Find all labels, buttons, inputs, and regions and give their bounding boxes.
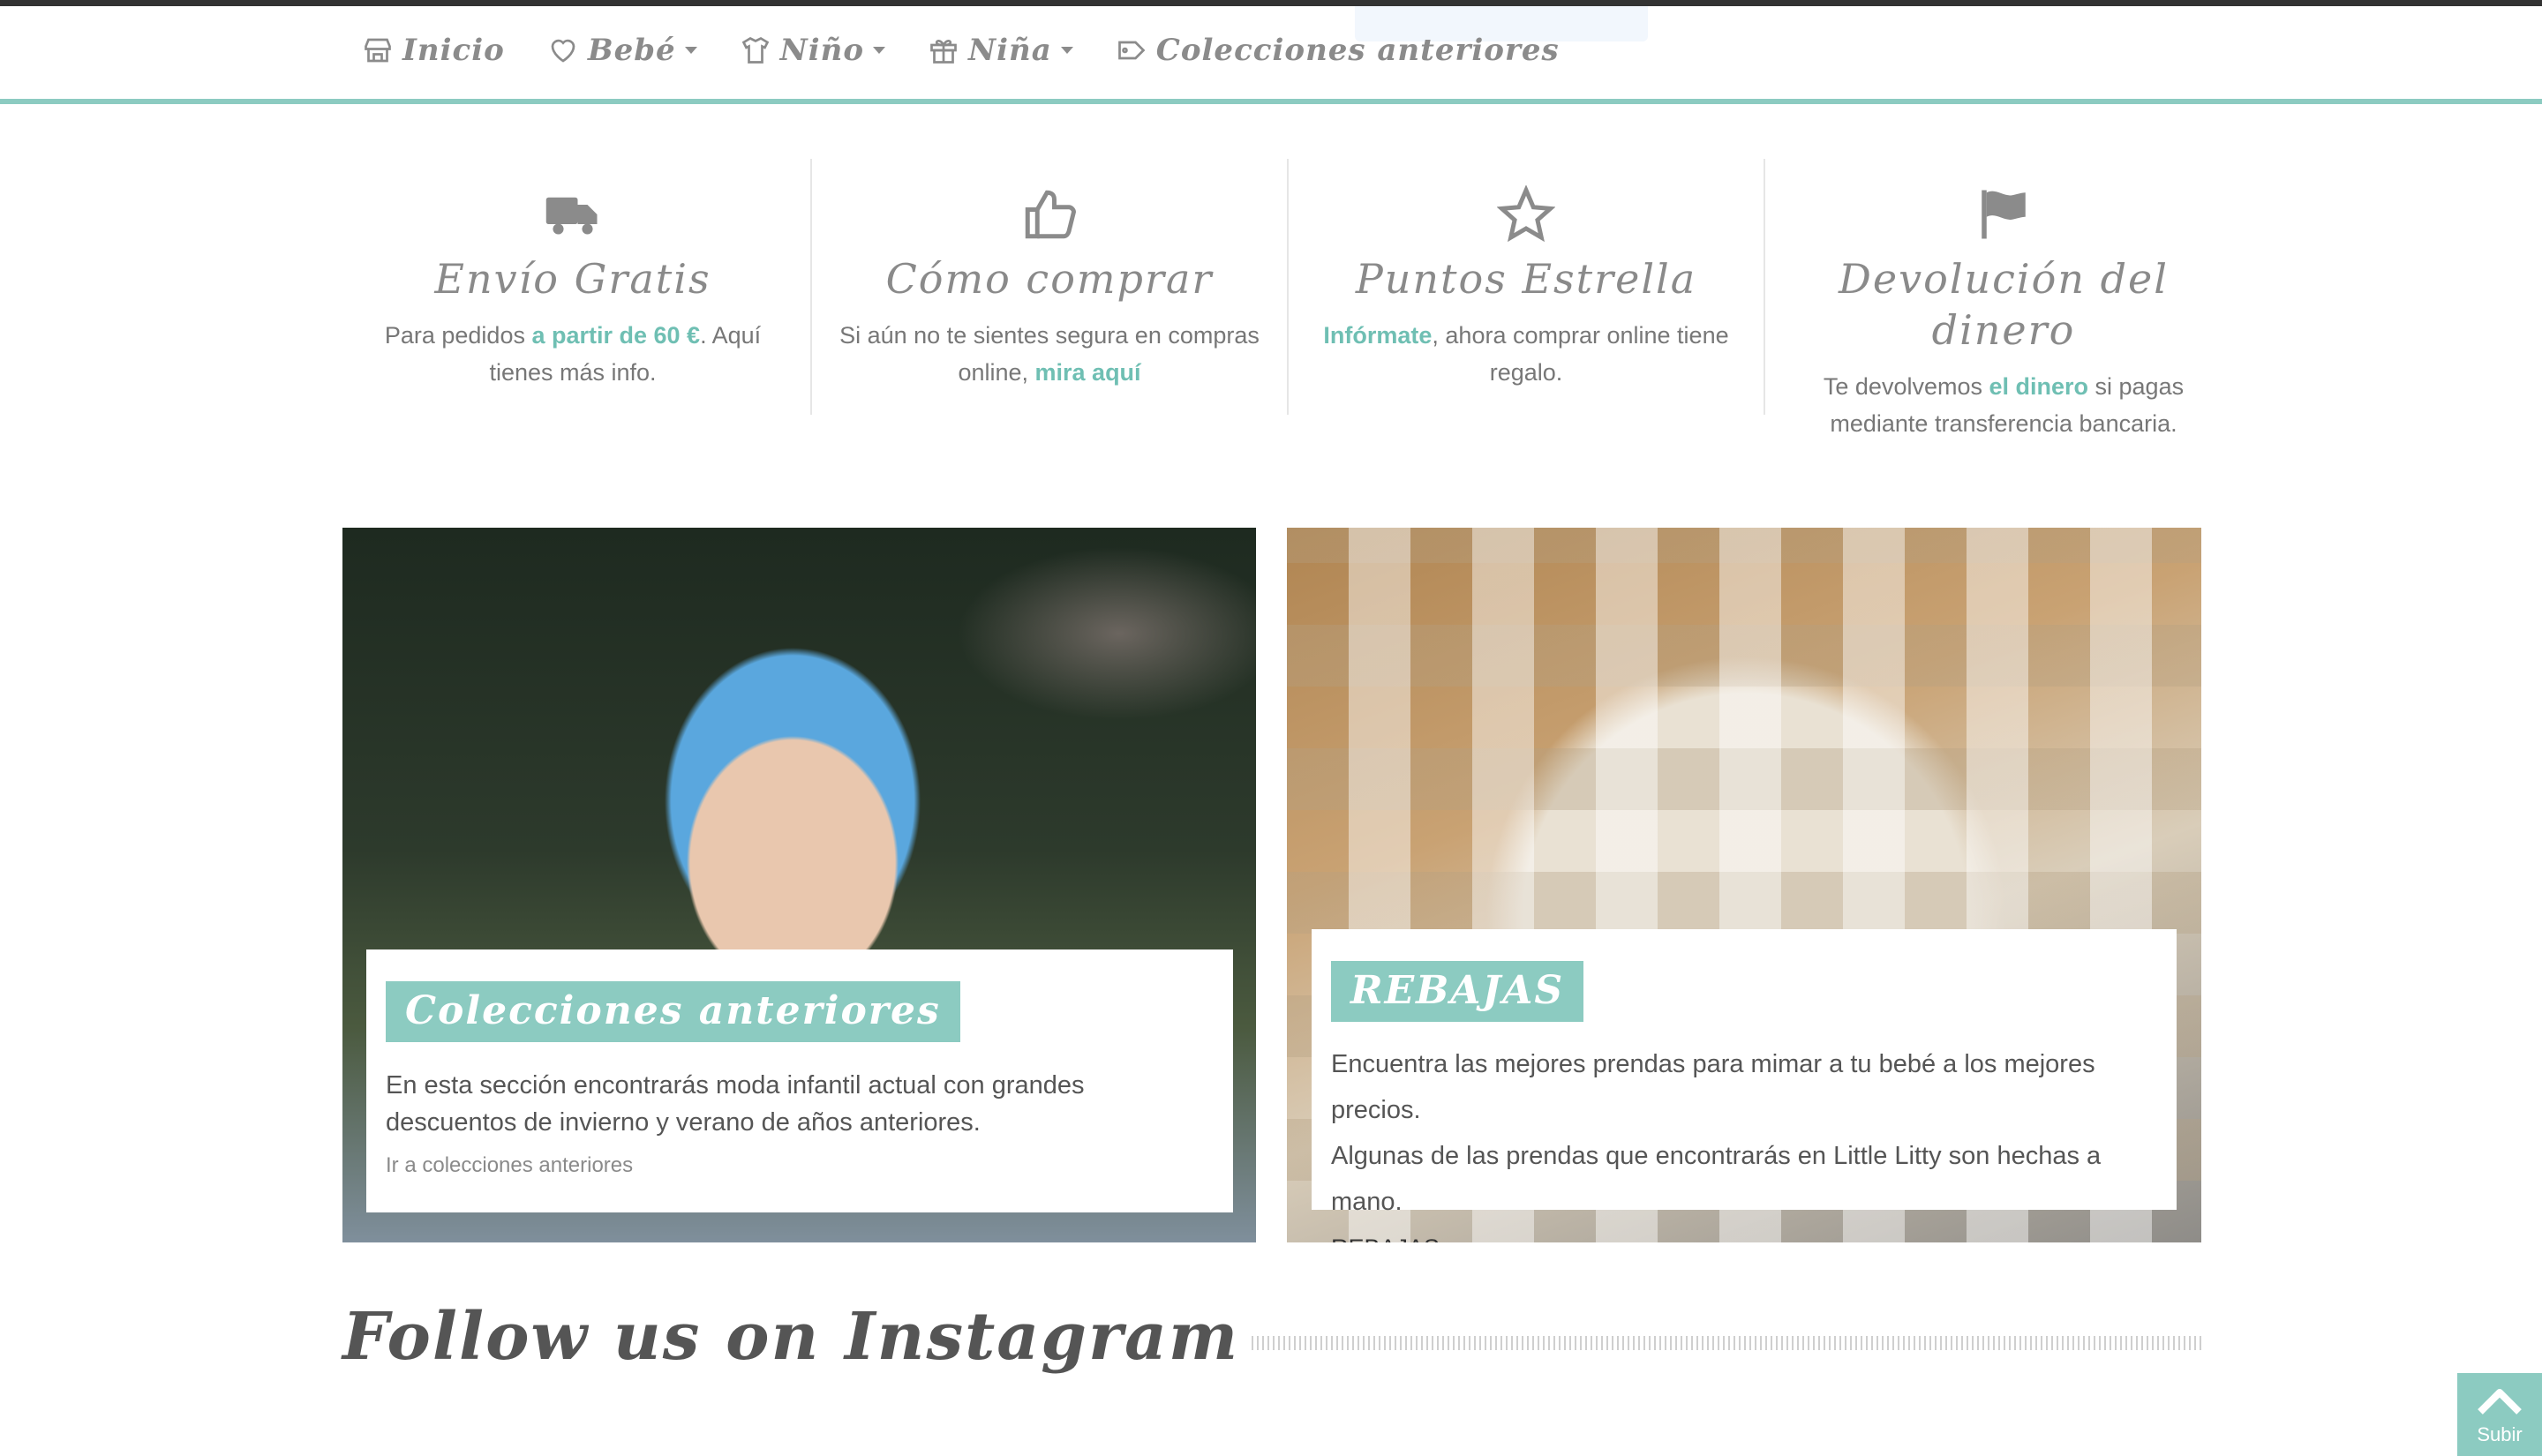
scroll-to-top-button[interactable]: Subir <box>2457 1373 2542 1456</box>
banner-card: REBAJAS Encuentra las mejores prendas pa… <box>1312 929 2177 1242</box>
top-border <box>0 0 2542 6</box>
nav-label: Colecciones anteriores <box>1155 33 1560 68</box>
caret-down-icon <box>873 47 886 54</box>
feature-title: Devolución del dinero <box>1839 255 2169 354</box>
banner-colecciones-anteriores[interactable]: Colecciones anteriores En esta sección e… <box>342 528 1256 1242</box>
star-icon <box>1496 184 1556 243</box>
banner-link[interactable]: Ir a colecciones anteriores <box>386 1153 1214 1178</box>
instagram-section: Follow us on Instagram <box>342 1297 2201 1377</box>
nav-item-nina[interactable]: Niña <box>928 33 1073 68</box>
feature-text-after: , ahora comprar online tiene regalo. <box>1432 322 1729 386</box>
feature-text: Infórmate, ahora comprar online tiene re… <box>1315 317 1737 391</box>
main-nav: Inicio Bebé Niño Niña Colecciones anteri… <box>362 33 1602 68</box>
caret-down-icon <box>1060 47 1073 54</box>
nav-item-nino[interactable]: Niño <box>740 33 886 68</box>
nav-label: Inicio <box>402 33 505 68</box>
gift-icon <box>930 39 957 64</box>
banner-link[interactable]: REBAJAS <box>1331 1225 2157 1242</box>
store-icon <box>365 38 391 63</box>
instagram-title: Follow us on Instagram <box>342 1299 1240 1375</box>
feature-text: Para pedidos a partir de 60 €. Aquí tien… <box>362 317 784 391</box>
feature-puntos-estrella: Puntos Estrella Infórmate, ahora comprar… <box>1289 159 1765 415</box>
nav-item-inicio[interactable]: Inicio <box>362 33 505 68</box>
nav-item-colecciones[interactable]: Colecciones anteriores <box>1116 33 1560 68</box>
heart-icon <box>551 39 575 63</box>
banner-rebajas[interactable]: REBAJAS Encuentra las mejores prendas pa… <box>1287 528 2201 1242</box>
truck-icon <box>545 197 598 235</box>
flag-icon <box>1982 190 2026 239</box>
nav-label: Niña <box>968 33 1052 68</box>
feature-title: Puntos Estrella <box>1355 255 1697 303</box>
banner-card: Colecciones anteriores En esta sección e… <box>366 949 1233 1212</box>
chevron-up-icon <box>2478 1389 2522 1415</box>
banner-text: En esta sección encontrarás moda infanti… <box>386 1071 1085 1137</box>
tag-icon <box>1117 41 1146 60</box>
feature-link[interactable]: mira aquí <box>1035 359 1141 386</box>
thumbs-up-icon <box>1025 190 1076 239</box>
shirt-icon <box>741 36 769 64</box>
feature-envio-gratis: Envío Gratis Para pedidos a partir de 60… <box>335 159 812 415</box>
decorative-divider <box>1252 1336 2201 1350</box>
feature-como-comprar: Cómo comprar Si aún no te sientes segura… <box>812 159 1289 415</box>
feature-devolucion: Devolución del dinero Te devolvemos el d… <box>1765 159 2242 437</box>
caret-down-icon <box>684 47 697 54</box>
banner-tag: Colecciones anteriores <box>386 981 960 1042</box>
navbar: Inicio Bebé Niño Niña Colecciones anteri… <box>0 6 2542 104</box>
features-row: Envío Gratis Para pedidos a partir de 60… <box>335 159 2242 437</box>
feature-text-before: Te devolvemos <box>1823 373 1989 400</box>
page: Inicio Bebé Niño Niña Colecciones anteri… <box>0 0 2542 1456</box>
scroll-to-top-label: Subir <box>2477 1423 2523 1445</box>
nav-item-bebe[interactable]: Bebé <box>547 33 697 68</box>
feature-text: Te devolvemos el dinero si pagas mediant… <box>1792 368 2215 442</box>
feature-link[interactable]: Infórmate <box>1323 322 1432 349</box>
banner-text: Encuentra las mejores prendas para mimar… <box>1331 1041 2157 1242</box>
feature-link[interactable]: a partir de 60 € <box>531 322 700 349</box>
feature-link[interactable]: el dinero <box>1989 373 2088 400</box>
feature-text: Si aún no te sientes segura en compras o… <box>839 317 1260 391</box>
banner-tag: REBAJAS <box>1331 961 1584 1022</box>
feature-text-before: Para pedidos <box>384 322 532 349</box>
banner-text-line: Encuentra las mejores prendas para mimar… <box>1331 1050 2095 1124</box>
feature-title: Envío Gratis <box>434 255 711 303</box>
nav-label: Niño <box>779 33 865 68</box>
banner-text-line: Algunas de las prendas que encontrarás e… <box>1331 1142 2102 1216</box>
nav-label: Bebé <box>587 33 676 68</box>
feature-title: Cómo comprar <box>885 255 1214 303</box>
